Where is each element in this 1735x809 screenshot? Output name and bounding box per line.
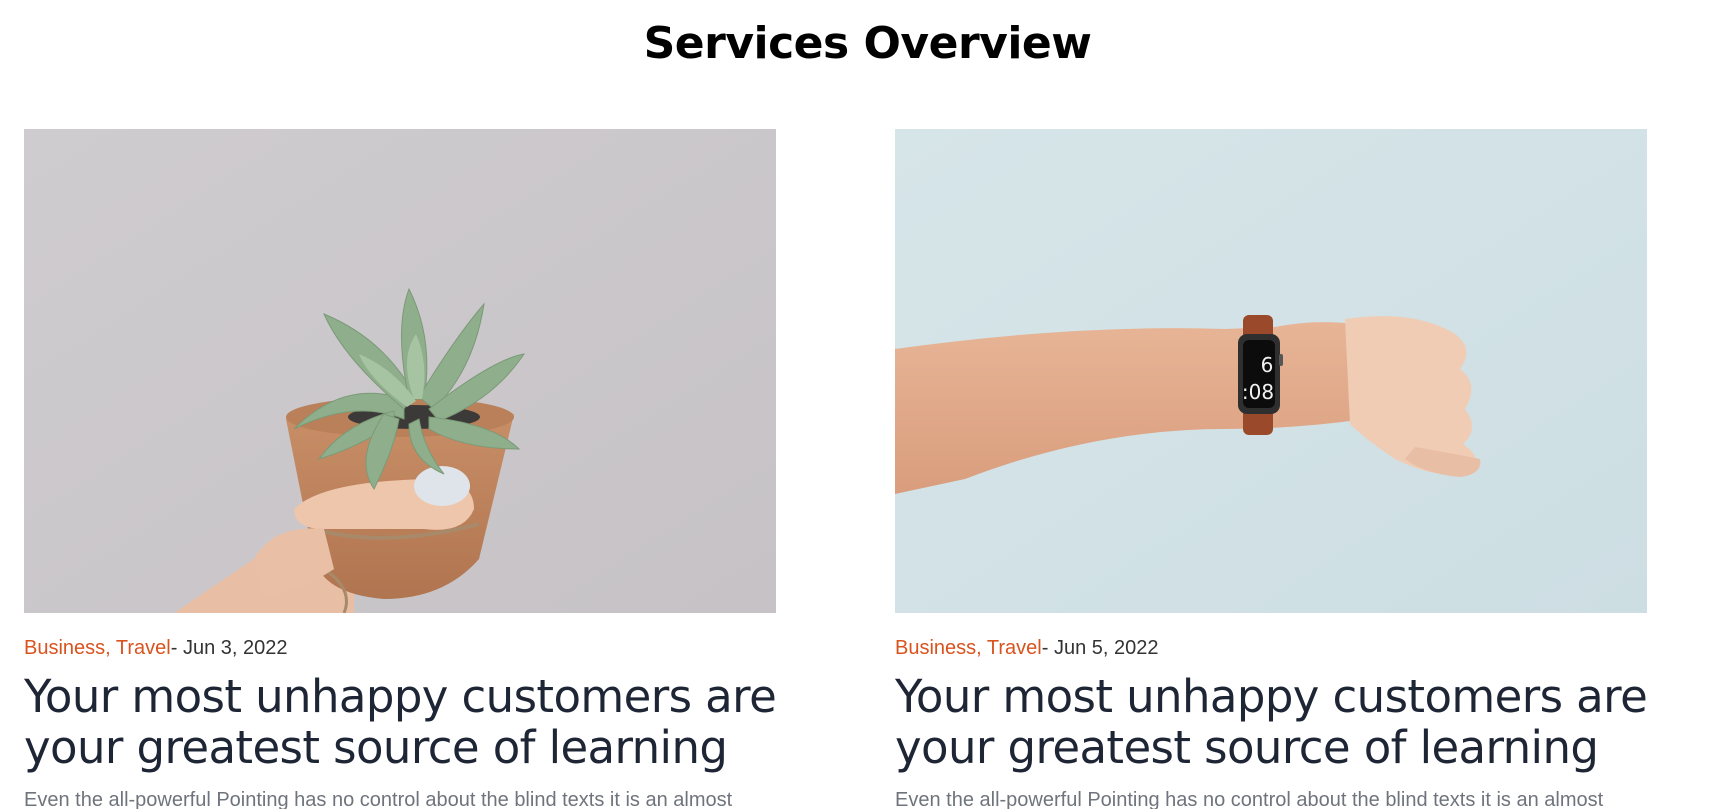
- blog-card[interactable]: 6 :08 Business, Travel- Jun 5, 2022 Your…: [895, 129, 1715, 809]
- post-meta: Business, Travel- Jun 5, 2022: [895, 635, 1715, 661]
- watch-minutes-text: :08: [1242, 380, 1274, 404]
- post-excerpt: Even the all-powerful Pointing has no co…: [24, 789, 733, 809]
- post-date: - Jun 3, 2022: [170, 637, 288, 659]
- watch-hour-text: 6: [1261, 353, 1274, 377]
- blog-card[interactable]: Business, Travel- Jun 3, 2022 Your most …: [24, 129, 844, 809]
- post-meta: Business, Travel- Jun 3, 2022: [24, 635, 844, 661]
- succulent-photo: [24, 129, 776, 613]
- post-categories-link[interactable]: Business, Travel: [24, 637, 171, 659]
- post-date: - Jun 5, 2022: [1041, 637, 1159, 659]
- page: Services Overview Business, Travel- Jun …: [0, 0, 1735, 809]
- smartwatch-photo: 6 :08: [895, 129, 1647, 613]
- card-image-smartwatch[interactable]: 6 :08: [895, 129, 1647, 613]
- post-categories-link[interactable]: Business, Travel: [895, 637, 1042, 659]
- section-title: Services Overview: [643, 18, 1092, 69]
- card-image-succulent[interactable]: [24, 129, 776, 613]
- post-excerpt: Even the all-powerful Pointing has no co…: [895, 789, 1604, 809]
- post-title-link[interactable]: Your most unhappy customers are your gre…: [895, 671, 1715, 773]
- post-title-link[interactable]: Your most unhappy customers are your gre…: [24, 671, 844, 773]
